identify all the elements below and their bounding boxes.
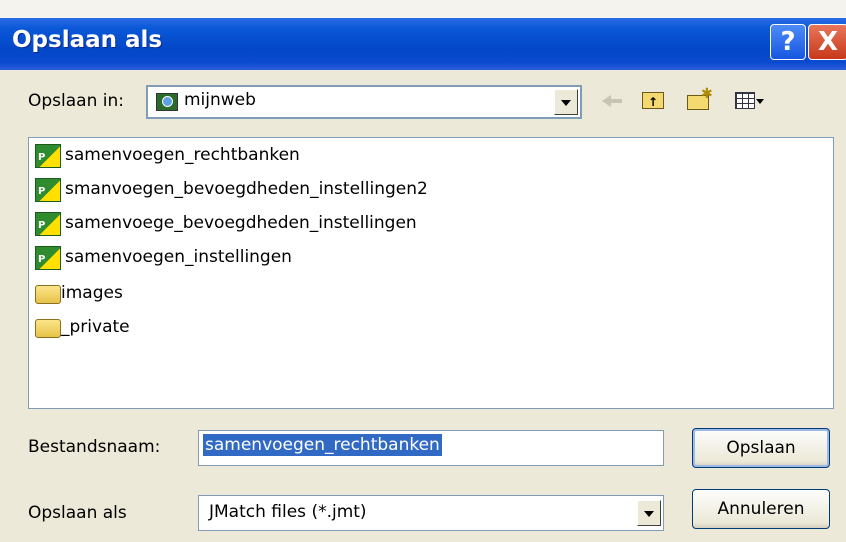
sparkle-glyph: ✱ (701, 86, 713, 102)
jmatch-file-icon (35, 144, 61, 168)
file-name: samenvoegen_instellingen (65, 247, 292, 267)
help-button[interactable]: ? (770, 24, 806, 60)
file-name: smanvoegen_bevoegdheden_instellingen2 (65, 179, 428, 199)
filename-value: samenvoegen_rechtbanken (203, 434, 442, 456)
grid-shape (735, 92, 755, 109)
jmatch-file-icon (35, 212, 61, 236)
folder-name: _private (61, 317, 130, 337)
file-name: samenvoegen_rechtbanken (65, 145, 300, 165)
up-arrow-glyph: ↑ (648, 95, 659, 109)
folder-icon (35, 285, 61, 304)
filename-label: Bestandsnaam: (28, 437, 161, 457)
jmatch-file-icon (35, 178, 61, 202)
background-strip (0, 0, 846, 18)
cancel-button[interactable]: Annuleren (692, 489, 830, 529)
close-button[interactable]: X (808, 24, 846, 60)
filetype-label: Opslaan als (28, 503, 127, 523)
up-folder-icon[interactable]: ↑ (640, 88, 668, 112)
save-in-value: mijnweb (184, 90, 256, 110)
web-folder-icon (156, 93, 178, 111)
folder-name: images (61, 283, 123, 303)
chevron-down-icon (756, 99, 764, 104)
title-bar[interactable]: Opslaan als ? X (0, 18, 846, 70)
save-as-dialog: Opslaan als ? X Opslaan in: mijnweb ↑ ✱ … (0, 0, 846, 542)
chevron-down-icon[interactable] (637, 500, 661, 526)
jmatch-file-icon (35, 246, 61, 270)
file-name: samenvoege_bevoegdheden_instellingen (65, 213, 417, 233)
file-list[interactable]: samenvoegen_rechtbanken smanvoegen_bevoe… (28, 137, 834, 409)
save-button[interactable]: Opslaan (692, 428, 830, 468)
window-title: Opslaan als (12, 27, 163, 53)
folder-icon (35, 319, 61, 338)
view-menu-icon[interactable] (733, 88, 764, 112)
chevron-down-icon[interactable] (554, 89, 578, 115)
save-in-label: Opslaan in: (28, 91, 124, 111)
filetype-dropdown[interactable]: JMatch files (*.jmt) (198, 495, 664, 531)
new-folder-icon[interactable]: ✱ (685, 86, 713, 112)
back-arrow-icon[interactable] (600, 88, 628, 112)
filename-input[interactable]: samenvoegen_rechtbanken (198, 430, 664, 466)
filetype-value: JMatch files (*.jmt) (209, 502, 367, 522)
save-in-dropdown[interactable]: mijnweb (146, 85, 582, 119)
